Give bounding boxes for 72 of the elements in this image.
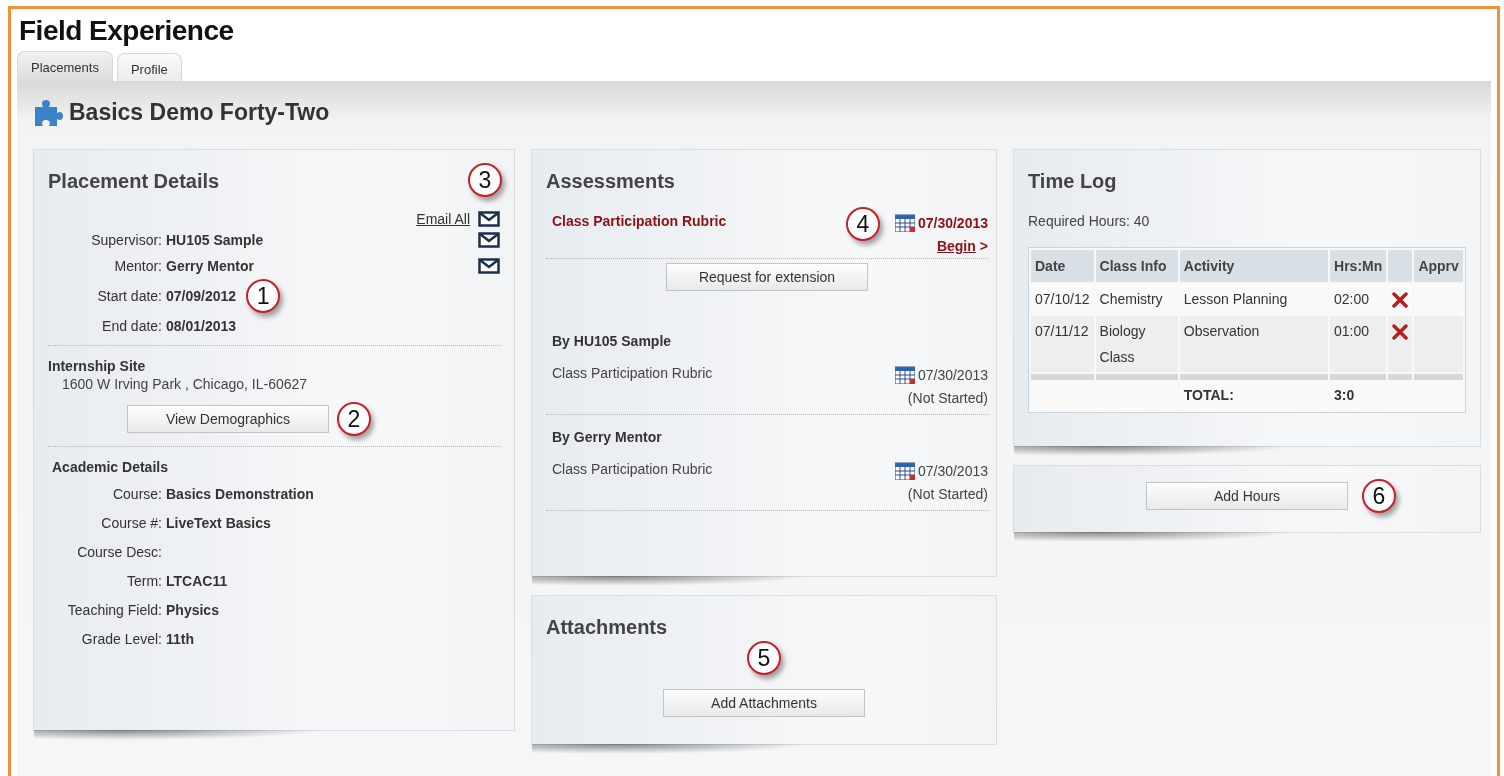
- due-date: 07/30/2013: [894, 365, 988, 384]
- site-address: 1600 W Irving Park , Chicago, IL-60627: [62, 376, 309, 392]
- calendar-icon: [894, 461, 915, 480]
- panel-title: Attachments: [546, 616, 668, 639]
- column-header: Class Info: [1095, 250, 1178, 282]
- required-hours: Required Hours: 40: [1028, 213, 1151, 229]
- table-cell: Observation: [1179, 316, 1329, 372]
- group-title: By HU105 Sample: [552, 333, 673, 349]
- field-value: Gerry Mentor: [166, 258, 254, 274]
- field-label: Course Desc:: [76, 543, 163, 560]
- table-cell: 07/11/12: [1031, 316, 1094, 372]
- callout-marker: 6: [1362, 479, 1396, 513]
- mail-icon[interactable]: [478, 258, 500, 274]
- callout-marker: 4: [846, 207, 880, 241]
- field-label: Course:: [111, 485, 163, 502]
- panel-title: Assessments: [546, 170, 675, 193]
- assessment-title: Class Participation Rubric: [552, 365, 713, 381]
- assessment-title: Class Participation Rubric: [552, 461, 713, 477]
- field-label: Start date:: [96, 288, 163, 304]
- delete-icon[interactable]: [1392, 324, 1409, 341]
- column-header: Activity: [1179, 250, 1329, 282]
- add-attachments-button[interactable]: Add Attachments: [663, 689, 865, 717]
- group-title: By Gerry Mentor: [552, 429, 663, 445]
- arrow-text: >: [979, 238, 988, 254]
- field-label: Grade Level:: [80, 630, 163, 647]
- request-extension-button[interactable]: Request for extension: [666, 263, 868, 291]
- status-text: (Not Started): [907, 486, 988, 502]
- section-title: Academic Details: [52, 459, 169, 475]
- field-label: Course #:: [100, 514, 163, 531]
- table-cell: Biology Class: [1095, 316, 1178, 372]
- puzzle-icon: [33, 97, 63, 127]
- field-label: Term:: [126, 572, 163, 589]
- mail-icon[interactable]: [478, 232, 500, 248]
- placement-name: Basics Demo Forty-Two: [69, 98, 330, 126]
- mail-icon[interactable]: [478, 211, 500, 227]
- delete-icon[interactable]: [1392, 292, 1409, 309]
- view-demographics-button[interactable]: View Demographics: [127, 405, 329, 433]
- tab[interactable]: Placements: [17, 51, 113, 81]
- field-value: Physics: [166, 601, 219, 618]
- field-value: 11th: [166, 630, 194, 647]
- email-all-link[interactable]: Email All: [416, 211, 470, 227]
- section-title: Internship Site: [48, 358, 147, 374]
- column-header: Apprv: [1414, 250, 1463, 282]
- field-value: LTCAC11: [166, 572, 228, 589]
- page-title: Field Experience: [19, 15, 235, 47]
- field-label: End date:: [101, 318, 163, 334]
- calendar-icon: [894, 365, 915, 384]
- tab[interactable]: Profile: [116, 53, 182, 81]
- field-label: Mentor:: [113, 258, 163, 274]
- field-value: 07/09/2012: [166, 288, 237, 304]
- begin-link[interactable]: Begin: [936, 238, 976, 254]
- field-value: Basics Demonstration: [166, 485, 314, 502]
- calendar-icon: [894, 213, 915, 232]
- field-value: LiveText Basics: [166, 514, 271, 531]
- due-date: 07/30/2013: [894, 461, 988, 480]
- callout-marker: 5: [747, 641, 781, 675]
- due-date: 07/30/2013: [894, 213, 988, 232]
- status-text: (Not Started): [907, 390, 988, 406]
- callout-marker: 2: [337, 402, 371, 436]
- table-cell: 01:00: [1330, 316, 1387, 372]
- callout-marker: 3: [468, 163, 502, 197]
- field-value: 08/01/2013: [166, 318, 237, 334]
- panel-title: Placement Details: [48, 170, 220, 193]
- assessment-title: Class Participation Rubric: [552, 213, 727, 229]
- add-hours-button[interactable]: Add Hours: [1146, 482, 1348, 510]
- panel-title: Time Log: [1028, 170, 1117, 193]
- callout-marker: 1: [246, 279, 281, 313]
- column-header: Date: [1031, 250, 1094, 282]
- field-value: HU105 Sample: [166, 232, 264, 248]
- field-label: Teaching Field:: [66, 601, 163, 618]
- field-label: Supervisor:: [90, 232, 163, 248]
- column-header: Hrs:Mn: [1330, 250, 1387, 282]
